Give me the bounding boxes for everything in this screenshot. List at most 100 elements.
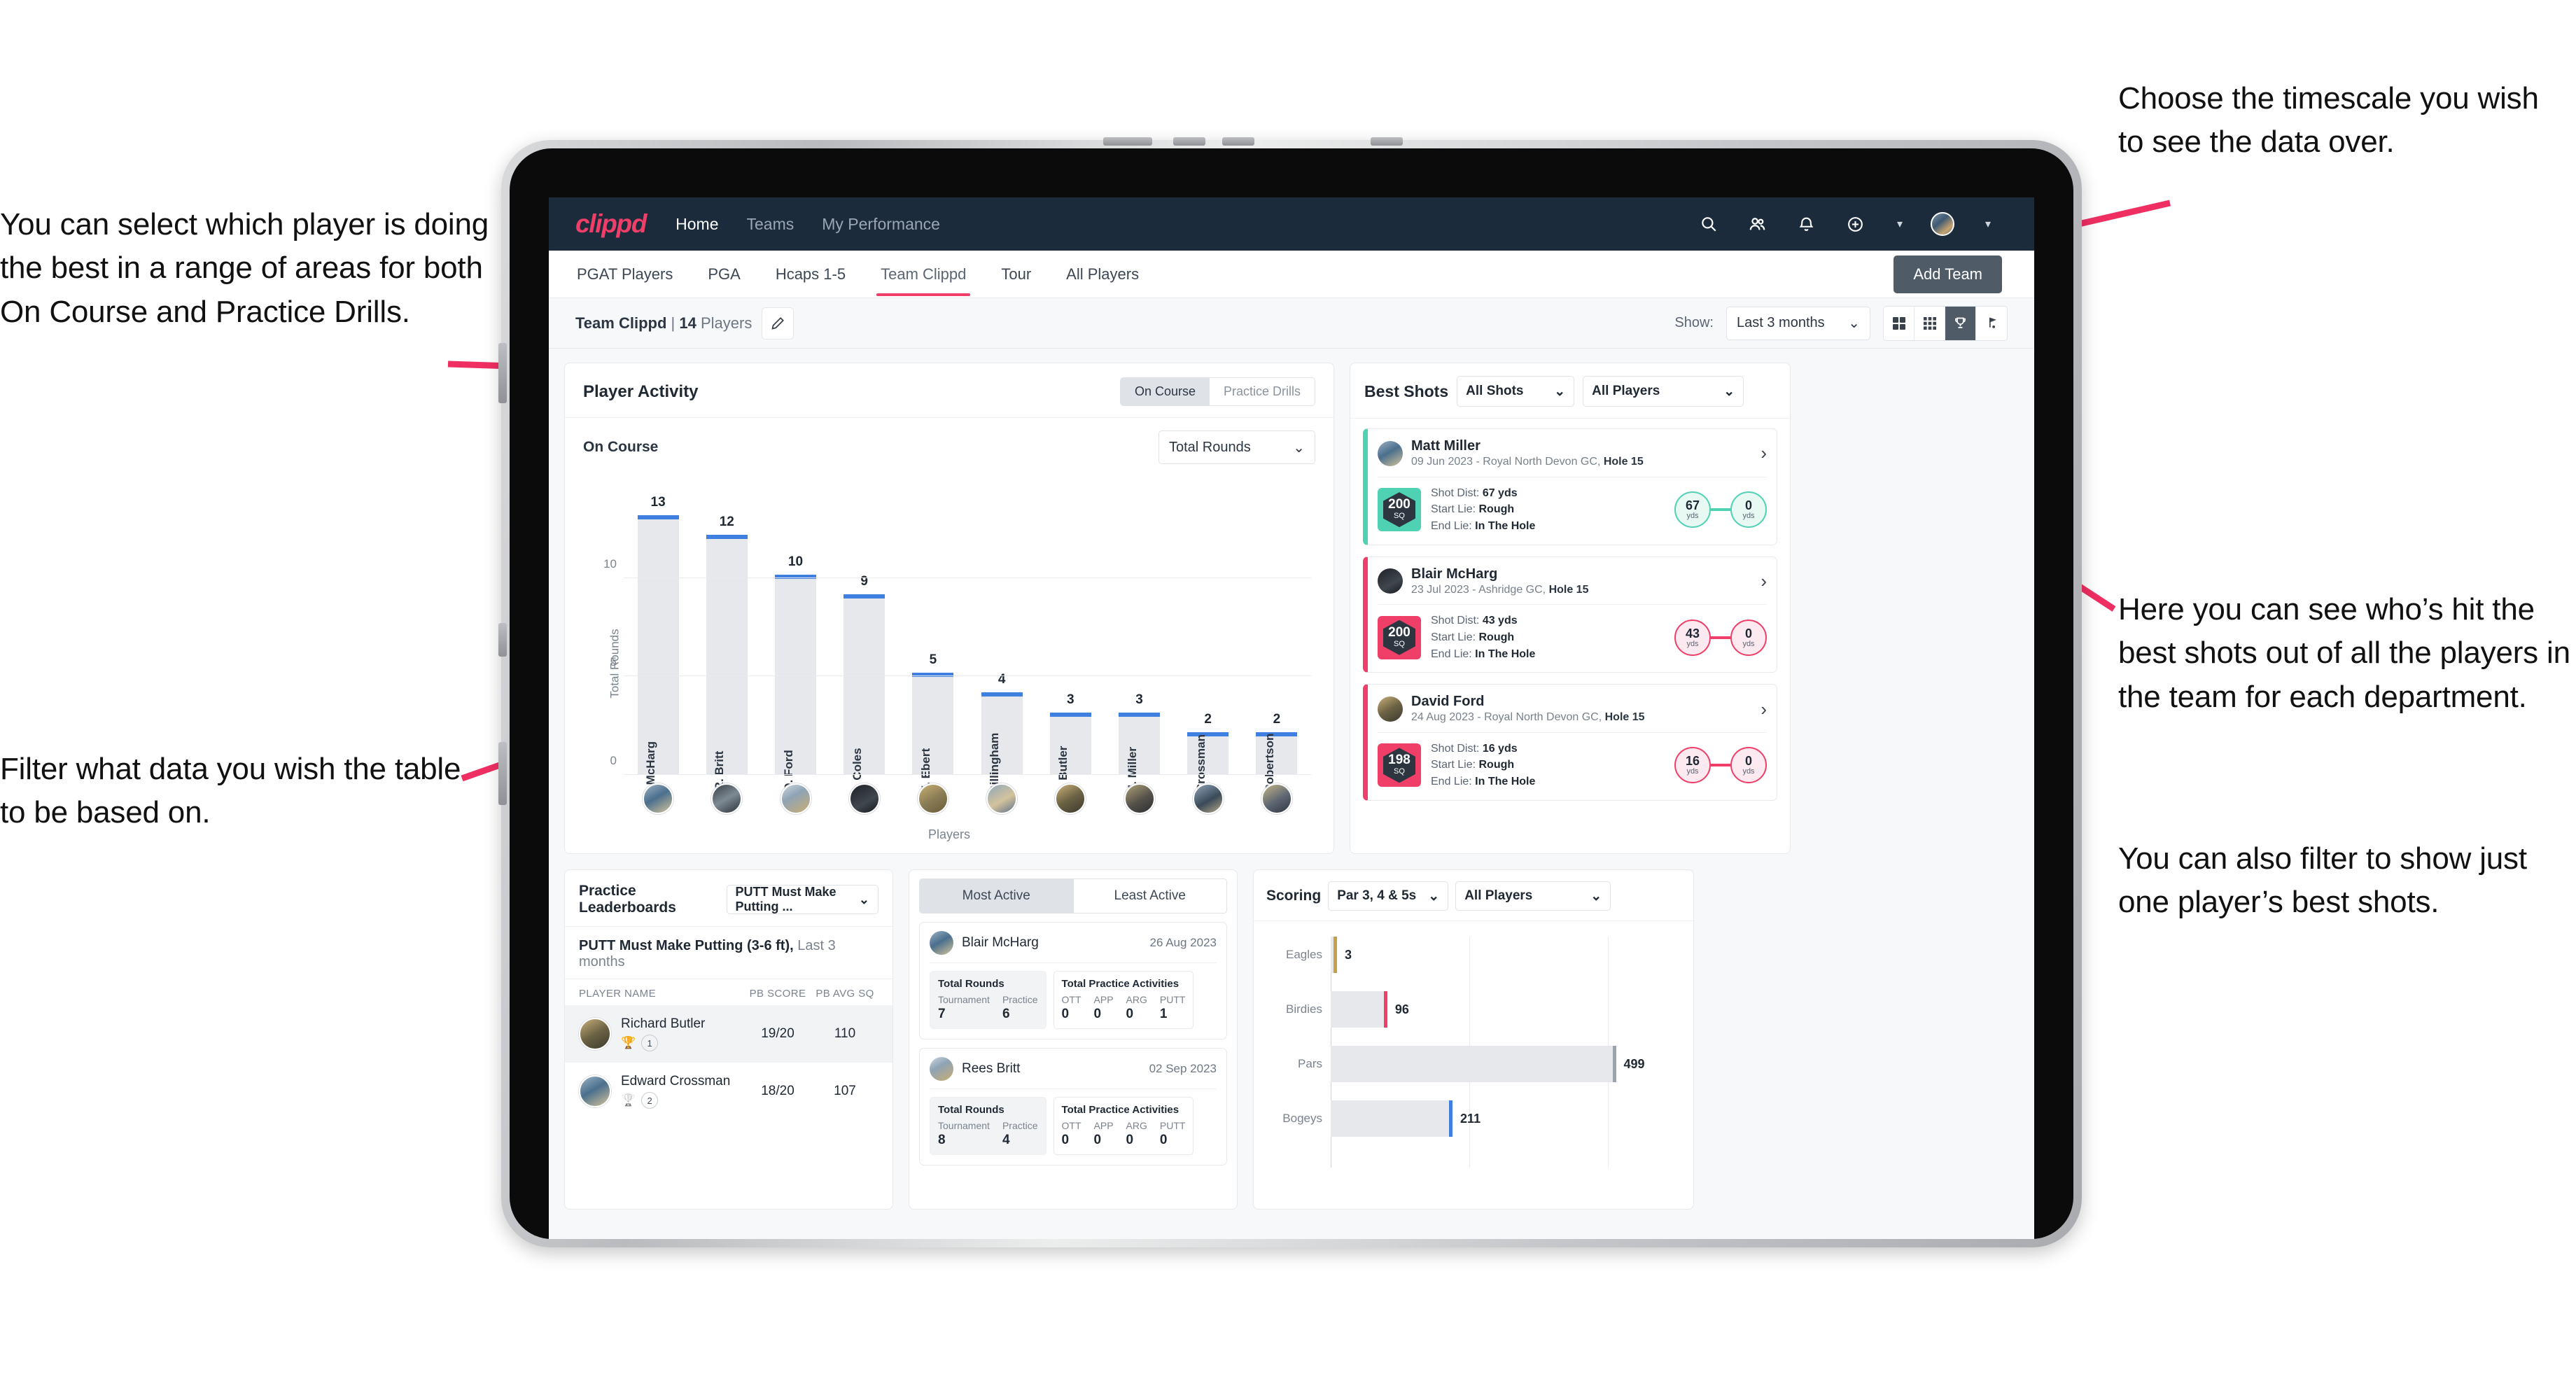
tab-team-clippd[interactable]: Team Clippd <box>876 253 971 296</box>
scoring-row[interactable]: Eagles 3 <box>1286 937 1352 973</box>
chart-bar-slot[interactable]: 5 E. Ebert <box>899 499 967 793</box>
best-shots-player-filter[interactable]: All Players ⌄ <box>1583 376 1744 407</box>
best-shot-header: David Ford 24 Aug 2023 - Royal North Devo… <box>1378 693 1767 725</box>
chart-bar-slot[interactable]: 9 J. Coles <box>830 499 899 794</box>
chart-bar-slot[interactable]: 2 E. Crossman <box>1174 499 1242 807</box>
plus-caret-icon[interactable]: ▾ <box>1897 217 1903 231</box>
segment-practice-drills[interactable]: Practice Drills <box>1209 378 1315 405</box>
player-avatar[interactable] <box>986 783 1018 814</box>
player-avatar[interactable] <box>579 1075 611 1107</box>
metric-select[interactable]: Total Rounds ⌄ <box>1158 430 1315 464</box>
chart-bar[interactable] <box>706 535 748 775</box>
nav-link-my-performance[interactable]: My Performance <box>822 215 940 234</box>
player-avatar[interactable] <box>1192 783 1224 814</box>
shot-quality-badge: 200 SQ <box>1378 488 1421 532</box>
player-avatar[interactable] <box>1261 783 1292 814</box>
scoring-row[interactable]: Birdies 96 <box>1286 991 1409 1028</box>
best-shot-player-name: Blair McHarg <box>1411 566 1498 582</box>
tab-pgat-players[interactable]: PGAT Players <box>575 253 674 296</box>
chart-y-tick: 0 <box>610 754 617 767</box>
tab-pga[interactable]: PGA <box>706 253 741 296</box>
chart-bar-slot[interactable]: 13 B. McHarg <box>624 495 692 800</box>
avatar[interactable] <box>1930 212 1954 236</box>
best-shot-item[interactable]: David Ford 24 Aug 2023 - Royal North Devo… <box>1363 684 1777 801</box>
player-avatar[interactable] <box>1378 696 1403 722</box>
nav-link-teams[interactable]: Teams <box>747 215 794 234</box>
shot-start-distance: 43 yds <box>1674 619 1711 656</box>
scoring-row[interactable]: Bogeys 211 <box>1282 1100 1480 1137</box>
tab-tour[interactable]: Tour <box>1000 253 1032 296</box>
best-shot-details: Shot Dist: 43 yds Start Lie: Rough End Lie… <box>1431 612 1535 662</box>
view-trophy-button[interactable] <box>1945 306 1976 340</box>
view-grid-3x3-button[interactable] <box>1914 306 1945 340</box>
view-grid-2x2-button[interactable] <box>1884 306 1914 340</box>
chevron-right-icon[interactable]: › <box>1760 442 1767 464</box>
chart-y-tick: 10 <box>603 556 617 570</box>
rounds-col-label: Tournament <box>938 994 990 1005</box>
scoring-row[interactable]: Pars 499 <box>1298 1046 1645 1082</box>
activity-item[interactable]: Blair McHarg 26 Aug 2023 Total Rounds Tourn… <box>919 922 1227 1040</box>
scoring-bar[interactable] <box>1331 1046 1616 1082</box>
nav-link-home[interactable]: Home <box>676 215 718 234</box>
rank-badge: 1 <box>641 1035 659 1051</box>
chart-bar[interactable] <box>637 515 679 775</box>
practice-col-value: 0 <box>1061 1133 1070 1147</box>
timescale-select[interactable]: Last 3 months ⌄ <box>1726 306 1870 340</box>
player-avatar[interactable] <box>848 783 880 814</box>
scoring-bar[interactable] <box>1331 991 1387 1028</box>
best-shots-shot-filter[interactable]: All Shots ⌄ <box>1457 376 1575 407</box>
chart-bar-slot[interactable]: 12 R. Britt <box>692 499 761 790</box>
drill-select[interactable]: PUTT Must Make Putting ... ⌄ <box>726 885 878 914</box>
tab-least-active[interactable]: Least Active <box>1073 878 1227 913</box>
plus-circle-icon[interactable] <box>1845 214 1866 234</box>
add-team-button[interactable]: Add Team <box>1893 255 2002 293</box>
segment-on-course[interactable]: On Course <box>1120 378 1210 405</box>
player-avatar[interactable] <box>1378 568 1403 594</box>
chevron-right-icon[interactable]: › <box>1760 570 1767 592</box>
edit-team-button[interactable] <box>762 307 794 340</box>
chart-bar-slot[interactable]: 10 D. Ford <box>761 499 830 792</box>
best-shot-item[interactable]: Blair McHarg 23 Jul 2023 - Ashridge GC, H… <box>1363 556 1777 673</box>
table-row[interactable]: Edward Crossman 🏆 2 18/20 107 <box>565 1063 892 1120</box>
table-row[interactable]: Richard Butler 🏆 1 19/20 110 <box>565 1005 892 1063</box>
activity-item[interactable]: Rees Britt 02 Sep 2023 Total Rounds Tournam… <box>919 1048 1227 1166</box>
total-practice-title: Total Practice Activities <box>1061 1104 1180 1116</box>
avatar-caret-icon[interactable]: ▾ <box>1985 217 1991 231</box>
tab-all-players[interactable]: All Players <box>1065 253 1140 296</box>
chart-bar-slot[interactable]: 2 C. Robertson <box>1242 499 1311 808</box>
player-avatar[interactable] <box>711 783 743 814</box>
scoring-player-filter[interactable]: All Players ⌄ <box>1455 881 1611 911</box>
player-avatar[interactable] <box>917 783 948 814</box>
search-icon[interactable] <box>1698 214 1719 234</box>
people-icon[interactable] <box>1747 214 1768 234</box>
view-golf-flag-button[interactable] <box>1976 306 2007 340</box>
shot-dist-value: 16 yds <box>1482 742 1518 755</box>
scoring-bar[interactable] <box>1331 937 1337 973</box>
end-lie-value: In The Hole <box>1475 519 1536 532</box>
player-avatar[interactable] <box>780 783 811 814</box>
player-avatar[interactable] <box>579 1018 611 1050</box>
player-avatar[interactable] <box>930 931 953 955</box>
bell-icon[interactable] <box>1796 214 1817 234</box>
shot-end-unit: yds <box>1742 639 1755 648</box>
scoring-bar[interactable] <box>1331 1100 1453 1137</box>
chart-bar-slot[interactable]: 4 D. Billingham <box>967 499 1036 808</box>
chart-bar-slot[interactable]: 3 M. Miller <box>1105 499 1173 794</box>
shot-end-distance: 0 yds <box>1730 619 1767 656</box>
tab-most-active[interactable]: Most Active <box>919 878 1074 913</box>
player-avatar[interactable] <box>1055 783 1086 814</box>
shot-end-value: 0 <box>1744 754 1752 769</box>
chevron-right-icon[interactable]: › <box>1760 699 1767 720</box>
player-avatar[interactable] <box>643 783 674 814</box>
player-avatar[interactable] <box>1378 440 1403 466</box>
player-avatar[interactable] <box>930 1057 953 1081</box>
chart-bar-slot[interactable]: 3 R. Butler <box>1036 499 1105 795</box>
best-shot-item[interactable]: Matt Miller 09 Jun 2023 - Royal North Dev… <box>1363 428 1777 545</box>
total-practice-box: Total Practice Activities OTT 0 APP 0 ARG 0 PUT… <box>1053 971 1194 1029</box>
team-players-word: Players <box>700 314 752 332</box>
start-lie-label: Start Lie: <box>1431 759 1476 771</box>
scoring-par-filter[interactable]: Par 3, 4 & 5s ⌄ <box>1328 881 1449 911</box>
clippd-logo[interactable]: clippd <box>575 209 647 239</box>
player-avatar[interactable] <box>1124 783 1155 814</box>
tab-hcaps-1-5[interactable]: Hcaps 1-5 <box>774 253 847 296</box>
